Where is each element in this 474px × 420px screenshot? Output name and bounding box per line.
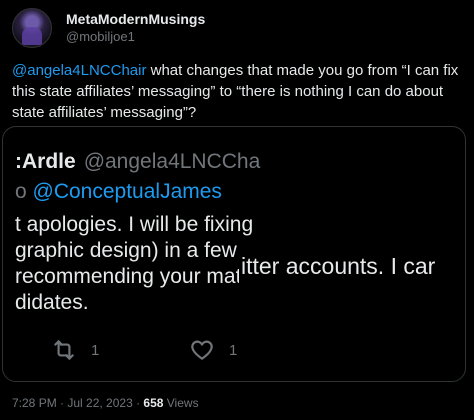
screenshot-handle: @angela4LNCCha xyxy=(83,150,261,173)
screenshot-like: 1 xyxy=(189,337,237,363)
screenshot-line-2: graphic design) in a few r xyxy=(15,239,250,262)
retweet-icon xyxy=(54,340,74,360)
screenshot-overlay-text: itter accounts. I car xyxy=(241,253,436,279)
timestamp[interactable]: 7:28 PM · Jul 22, 2023 · xyxy=(12,396,143,410)
author-handle[interactable]: @mobiljoe1 xyxy=(66,28,205,46)
screenshot-author: :Ardle @angela4LNCCha xyxy=(15,149,260,175)
heart-icon xyxy=(191,340,213,360)
avatar[interactable] xyxy=(12,8,52,48)
tweet-media-image[interactable]: :Ardle @angela4LNCCha o @ConceptualJames … xyxy=(2,126,466,382)
views-label: Views xyxy=(163,396,199,410)
screenshot-line-4: didates. xyxy=(15,291,89,314)
mention-link[interactable]: @angela4LNCChair xyxy=(12,62,146,79)
screenshot-reply-prefix: o xyxy=(15,180,33,203)
tweet-header: MetaModernMusings @mobiljoe1 xyxy=(12,8,205,48)
author-display-name[interactable]: MetaModernMusings xyxy=(66,10,205,28)
screenshot-reply-mention: @ConceptualJames xyxy=(32,180,222,203)
screenshot-line-1: t apologies. I will be fixing xyxy=(15,213,254,236)
views-count: 658 xyxy=(143,396,164,410)
tweet-text: @angela4LNCChair what changes that made … xyxy=(12,60,460,123)
retweet-count: 1 xyxy=(91,341,100,359)
screenshot-line-3: recommending your mat xyxy=(15,265,242,288)
like-count: 1 xyxy=(229,341,238,359)
tweet-meta: 7:28 PM · Jul 22, 2023 · 658 Views xyxy=(12,396,199,410)
screenshot-reply-line: o @ConceptualJames xyxy=(15,179,222,205)
author-names: MetaModernMusings @mobiljoe1 xyxy=(66,10,205,46)
screenshot-name: :Ardle xyxy=(15,150,76,173)
screenshot-retweet: 1 xyxy=(51,337,99,363)
